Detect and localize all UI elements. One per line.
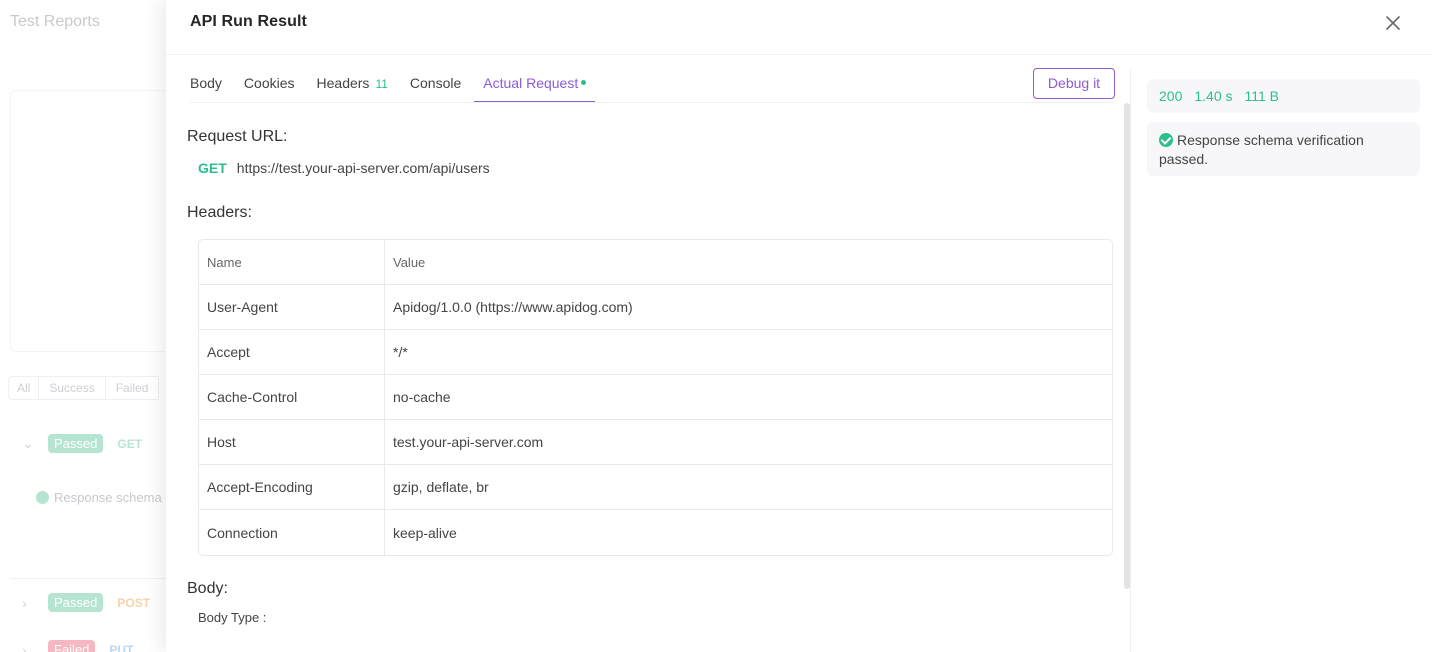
api-run-result-drawer: API Run Result Body Cookies Headers 11 Co…	[166, 0, 1432, 652]
active-dot-icon	[581, 79, 587, 85]
tabs-underline	[190, 102, 1114, 103]
schema-verification: Response schema verification passed.	[1147, 122, 1420, 176]
check-circle-icon	[1159, 133, 1173, 147]
close-button[interactable]	[1380, 10, 1406, 36]
tab-cookies[interactable]: Cookies	[244, 69, 295, 103]
header-value: test.your-api-server.com	[385, 420, 1112, 465]
response-snippet: Response schema	[54, 490, 162, 505]
schema-message: Response schema verification passed.	[1159, 132, 1364, 167]
close-icon	[1386, 16, 1400, 30]
main-panel: Body Cookies Headers 11 Console Actual Re…	[166, 55, 1130, 652]
request-method: GET	[198, 160, 227, 176]
request-url-title: Request URL:	[187, 128, 288, 145]
chevron-right-icon: ›	[22, 594, 27, 611]
background-card	[10, 90, 170, 352]
filter-failed: Failed	[104, 376, 160, 400]
tab-body[interactable]: Body	[190, 69, 222, 103]
header-value: */*	[385, 330, 1112, 375]
response-stats: 200 1.40 s 111 B	[1147, 79, 1420, 113]
background-title: Test Reports	[10, 13, 100, 30]
request-url-row: GET https://test.your-api-server.com/api…	[198, 160, 490, 176]
tab-label: Console	[409, 75, 462, 91]
tab-label: Actual Request	[483, 75, 579, 91]
divider	[10, 578, 170, 579]
background-filter: All Success Failed	[8, 376, 160, 400]
headers-table: Name Value User-Agent Apidog/1.0.0 (http…	[198, 239, 1113, 556]
background-response: Response schema	[36, 490, 162, 505]
background-row: › Passed POST	[22, 593, 150, 612]
panel-divider	[1130, 68, 1131, 652]
tab-actual-request[interactable]: Actual Request	[474, 69, 596, 103]
debug-it-button[interactable]: Debug it	[1033, 68, 1115, 99]
table-row: Host test.your-api-server.com	[199, 420, 1112, 465]
filter-all: All	[8, 376, 40, 400]
headers-title: Headers:	[187, 204, 252, 221]
tab-count-badge: 11	[375, 77, 388, 91]
chevron-right-icon: ›	[22, 641, 27, 652]
filter-success: Success	[38, 376, 106, 400]
tab-label: Cookies	[243, 75, 295, 91]
header-name: Cache-Control	[199, 375, 385, 420]
method-label: PUT	[109, 642, 134, 652]
status-code: 200	[1159, 88, 1183, 104]
background-row: › Failed PUT	[22, 640, 133, 652]
method-label: POST	[117, 595, 151, 610]
request-url: https://test.your-api-server.com/api/use…	[236, 160, 490, 176]
table-row: Accept */*	[199, 330, 1112, 375]
result-tabs: Body Cookies Headers 11 Console Actual Re…	[190, 69, 617, 103]
header-value: Apidog/1.0.0 (https://www.apidog.com)	[385, 285, 1112, 330]
response-time: 1.40 s	[1194, 88, 1233, 104]
status-badge: Passed	[48, 593, 104, 612]
chevron-down-icon: ⌄	[22, 435, 34, 451]
header-value: no-cache	[385, 375, 1112, 420]
table-row: Connection keep-alive	[199, 510, 1112, 555]
check-circle-icon	[36, 491, 49, 504]
column-header-value: Value	[385, 240, 1112, 285]
body-type-label: Body Type :	[198, 610, 267, 625]
drawer-title: API Run Result	[190, 13, 307, 30]
table-header-row: Name Value	[199, 240, 1112, 285]
header-value: keep-alive	[393, 524, 457, 541]
header-name: Host	[199, 420, 385, 465]
header-name: Accept-Encoding	[199, 465, 385, 510]
table-row: Accept-Encoding gzip, deflate, br	[199, 465, 1112, 510]
method-label: GET	[117, 436, 143, 451]
table-row: User-Agent Apidog/1.0.0 (https://www.api…	[199, 285, 1112, 330]
header-name: Accept	[199, 330, 385, 375]
background-row: ⌄ Passed GET	[22, 434, 142, 453]
status-badge: Passed	[48, 434, 104, 453]
header-name: User-Agent	[199, 285, 385, 330]
header-name: Connection	[199, 510, 385, 555]
response-size: 111 B	[1244, 88, 1280, 104]
table-row: Cache-Control no-cache	[199, 375, 1112, 420]
drawer-header: API Run Result	[166, 0, 1432, 55]
body-title: Body:	[187, 580, 228, 597]
status-badge: Failed	[48, 640, 96, 652]
header-value: gzip, deflate, br	[385, 465, 1112, 510]
tab-headers[interactable]: Headers 11	[317, 69, 388, 103]
tab-label: Headers	[316, 75, 370, 91]
column-header-name: Name	[199, 240, 385, 285]
tab-console[interactable]: Console	[410, 69, 461, 103]
tab-label: Body	[190, 75, 222, 91]
